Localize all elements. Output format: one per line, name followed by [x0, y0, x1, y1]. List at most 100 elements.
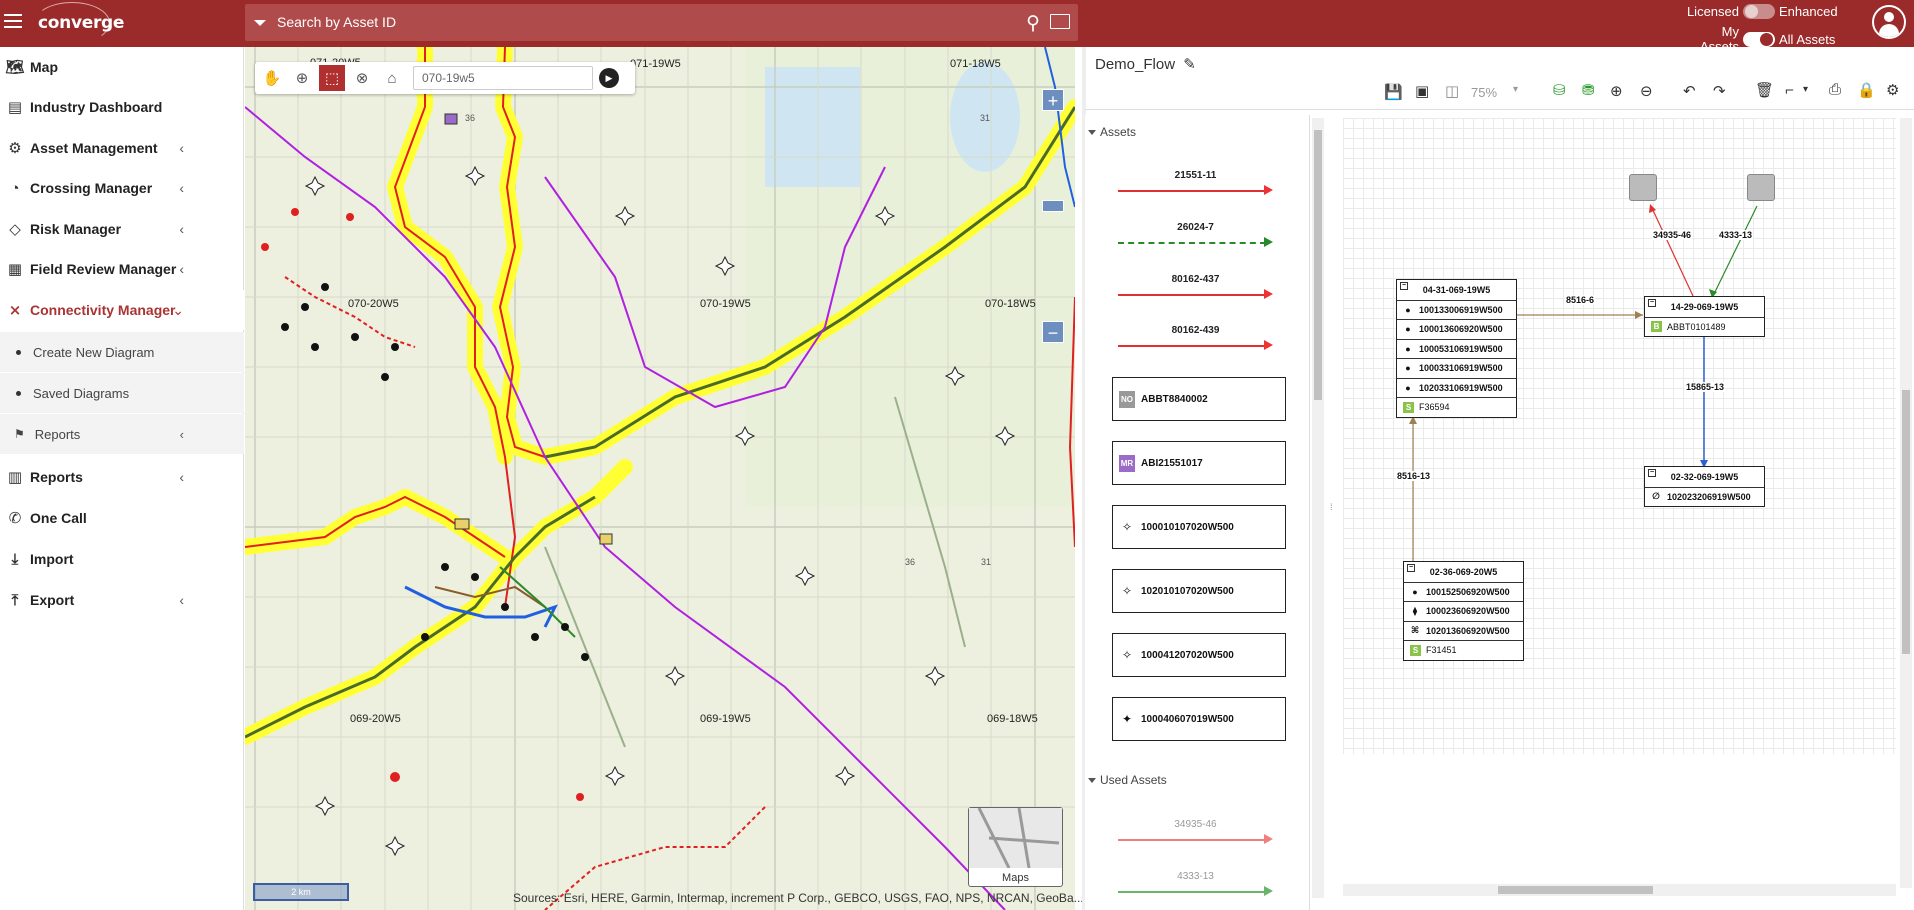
palette-edge-21551-11[interactable]: 21551-11 [1118, 170, 1273, 195]
palette-node-102010107020w500[interactable]: ✧ 102010107020W500 [1112, 569, 1286, 613]
palette-node-100040607019w500[interactable]: ✦ 100040607019W500 [1112, 697, 1286, 741]
card-row[interactable]: ● 102033106919W500 [1397, 377, 1516, 398]
palette-node-abbt8840002[interactable]: NO ABBT8840002 [1112, 377, 1286, 421]
sidebar-item-crossing-manager[interactable]: ◔ Crossing Manager ‹ [0, 168, 244, 208]
source-node-box[interactable] [1629, 174, 1657, 201]
sidebar-item-asset-management[interactable]: ⚙ Asset Management ‹ [0, 128, 244, 168]
canvas-horizontal-scrollbar[interactable] [1343, 884, 1896, 896]
hamburger-menu-icon[interactable] [4, 14, 22, 28]
map-view[interactable]: 071-20W5 071-19W5 071-18W5 070-20W5 070-… [245, 47, 1075, 910]
select-box-icon[interactable]: ⬚ [319, 65, 345, 91]
user-avatar-icon[interactable] [1872, 5, 1906, 39]
folder-icon[interactable] [1050, 14, 1070, 29]
palette-edge-80162-437[interactable]: 80162-437 [1118, 274, 1273, 299]
edge-label-4333-13[interactable]: 4333-13 [1718, 230, 1754, 240]
palette-used-edge-34935-46[interactable]: 34935-46 [1118, 819, 1273, 844]
sidebar-item-one-call[interactable]: ✆ One Call [0, 498, 244, 538]
search-dropdown-icon[interactable] [254, 20, 266, 26]
sidebar-item-import[interactable]: ⤓ Import [0, 539, 244, 579]
sidebar-subitem-reports[interactable]: ⚑ Reports ‹ [0, 414, 244, 454]
asset-search-bar[interactable]: Search by Asset ID ⚲ [245, 4, 1078, 41]
zoom-slider-handle[interactable] [1042, 200, 1064, 212]
collapse-icon[interactable]: − [1400, 282, 1408, 290]
tag-icon[interactable]: ⌂ [379, 65, 405, 91]
play-icon[interactable]: ▶ [599, 68, 619, 88]
sidebar-item-risk-manager[interactable]: ◇ Risk Manager ‹ [0, 209, 244, 249]
palette-edge-80162-439[interactable]: 80162-439 [1118, 325, 1273, 350]
sidebar-subitem-saved-diagrams[interactable]: Saved Diagrams [0, 373, 244, 413]
sidebar-subitem-create-new-diagram[interactable]: Create New Diagram [0, 332, 244, 372]
zoom-dropdown-icon[interactable]: ▾ [1513, 84, 1518, 95]
connector-style-icon[interactable]: ⌐ [1785, 82, 1794, 99]
diagram-card-04-31-069-19w5[interactable]: − 04-31-069-19W5 ● 100133006919W500 ● 10001… [1396, 279, 1517, 418]
print-icon[interactable]: ⎙ [1829, 81, 1841, 98]
layers-icon[interactable]: ⛃ [1582, 81, 1595, 99]
collapse-icon[interactable]: − [1648, 299, 1656, 307]
pan-hand-icon[interactable]: ✋ [259, 65, 285, 91]
diagram-canvas[interactable]: 34935-46 4333-13 8516-6 15865-13 8516-13… [1343, 118, 1896, 754]
zoom-in-button[interactable]: + [1042, 89, 1064, 111]
edge-label-34935-46[interactable]: 34935-46 [1652, 230, 1693, 240]
splitter-handle-icon[interactable]: ⁞ [1330, 502, 1333, 512]
sidebar-item-connectivity-manager[interactable]: ⨯ Connectivity Manager ⌄ [0, 290, 244, 330]
zoom-out-icon[interactable]: ⊖ [1640, 82, 1653, 100]
sidebar-item-reports[interactable]: ▥ Reports ‹ [0, 457, 244, 497]
collapse-icon[interactable]: − [1407, 564, 1415, 572]
diagram-title[interactable]: Demo_Flow ✎ [1095, 55, 1196, 73]
outline-panel-icon[interactable]: ◫ [1445, 82, 1459, 100]
zoom-in-icon[interactable]: ⊕ [1610, 82, 1623, 100]
palette-section-assets[interactable]: Assets [1085, 121, 1310, 143]
edge-4333-13[interactable] [1712, 205, 1758, 297]
card-row[interactable]: ● 100033106919W500 [1397, 358, 1516, 378]
palette-edge-26024-7[interactable]: 26024-7 [1118, 222, 1273, 247]
delete-icon[interactable]: 🗑 [1755, 81, 1774, 99]
save-icon[interactable]: 💾 [1384, 83, 1403, 101]
diagram-card-02-36-069-20w5[interactable]: − 02-36-069-20W5 ● 100152506920W500 ⧫ 10002… [1403, 561, 1524, 661]
zoom-tool-icon[interactable]: ⊕ [289, 65, 315, 91]
redo-icon[interactable]: ↷ [1713, 82, 1726, 100]
card-row[interactable]: ● 100133006919W500 [1397, 299, 1516, 320]
card-row[interactable]: ∅ 102023206919W500 [1645, 486, 1764, 507]
edge-label-15865-13[interactable]: 15865-13 [1685, 382, 1726, 392]
assets-toggle[interactable] [1743, 31, 1775, 47]
licensed-enhanced-toggle[interactable] [1743, 4, 1775, 19]
sidebar-item-export[interactable]: ⤒ Export ‹ [0, 580, 244, 620]
card-row[interactable]: ⧫ 100023606920W500 [1404, 601, 1523, 621]
lock-icon[interactable]: 🔒 [1857, 81, 1876, 99]
diagram-card-14-29-069-19w5[interactable]: − 14-29-069-19W5 B ABBT0101489 [1644, 296, 1765, 337]
canvas-vertical-scrollbar[interactable] [1900, 118, 1912, 888]
sidebar-item-map[interactable]: 🗺 Map [0, 47, 244, 87]
palette-node-100041207020w500[interactable]: ✧ 100041207020W500 [1112, 633, 1286, 677]
edge-label-8516-6[interactable]: 8516-6 [1565, 295, 1596, 305]
sidebar-item-field-review-manager[interactable]: ▦ Field Review Manager ‹ [0, 249, 244, 289]
edge-label-8516-13[interactable]: 8516-13 [1396, 471, 1432, 481]
palette-scrollbar[interactable] [1312, 118, 1324, 898]
app-logo[interactable]: converge [38, 13, 124, 33]
card-row[interactable]: S F36594 [1397, 397, 1516, 417]
map-location-input[interactable] [413, 66, 593, 90]
zoom-out-button[interactable]: − [1042, 321, 1064, 343]
palette-used-edge-4333-13[interactable]: 4333-13 [1118, 871, 1273, 896]
format-panel-icon[interactable]: ▣ [1415, 82, 1429, 100]
undo-icon[interactable]: ↶ [1683, 82, 1696, 100]
card-row[interactable]: ⌘ 102013606920W500 [1404, 620, 1523, 641]
edit-pencil-icon[interactable]: ✎ [1183, 56, 1196, 73]
sidebar-item-industry-dashboard[interactable]: ▤ Industry Dashboard [0, 87, 244, 127]
palette-node-100010107020w500[interactable]: ✧ 100010107020W500 [1112, 505, 1286, 549]
connector-dropdown-icon[interactable]: ▾ [1803, 84, 1808, 95]
card-row[interactable]: B ABBT0101489 [1645, 316, 1764, 337]
palette-node-abi21551017[interactable]: MR ABI21551017 [1112, 441, 1286, 485]
search-icon[interactable]: ⚲ [1026, 12, 1040, 35]
basemap-selector[interactable]: Maps [968, 807, 1063, 887]
card-row[interactable]: ● 100053106919W500 [1397, 338, 1516, 359]
card-row[interactable]: ● 100013606920W500 [1397, 319, 1516, 339]
source-node-box[interactable] [1747, 174, 1775, 201]
card-row[interactable]: S F31451 [1404, 640, 1523, 660]
edge-34935-46[interactable] [1650, 205, 1694, 297]
card-row[interactable]: ● 100152506920W500 [1404, 581, 1523, 602]
clear-selection-icon[interactable]: ⊗ [349, 65, 375, 91]
diagram-card-02-32-069-19w5[interactable]: − 02-32-069-19W5 ∅ 102023206919W500 [1644, 466, 1765, 507]
collapse-icon[interactable]: − [1648, 469, 1656, 477]
settings-gear-icon[interactable]: ⚙ [1886, 81, 1899, 99]
palette-section-used-assets[interactable]: Used Assets [1085, 769, 1310, 791]
